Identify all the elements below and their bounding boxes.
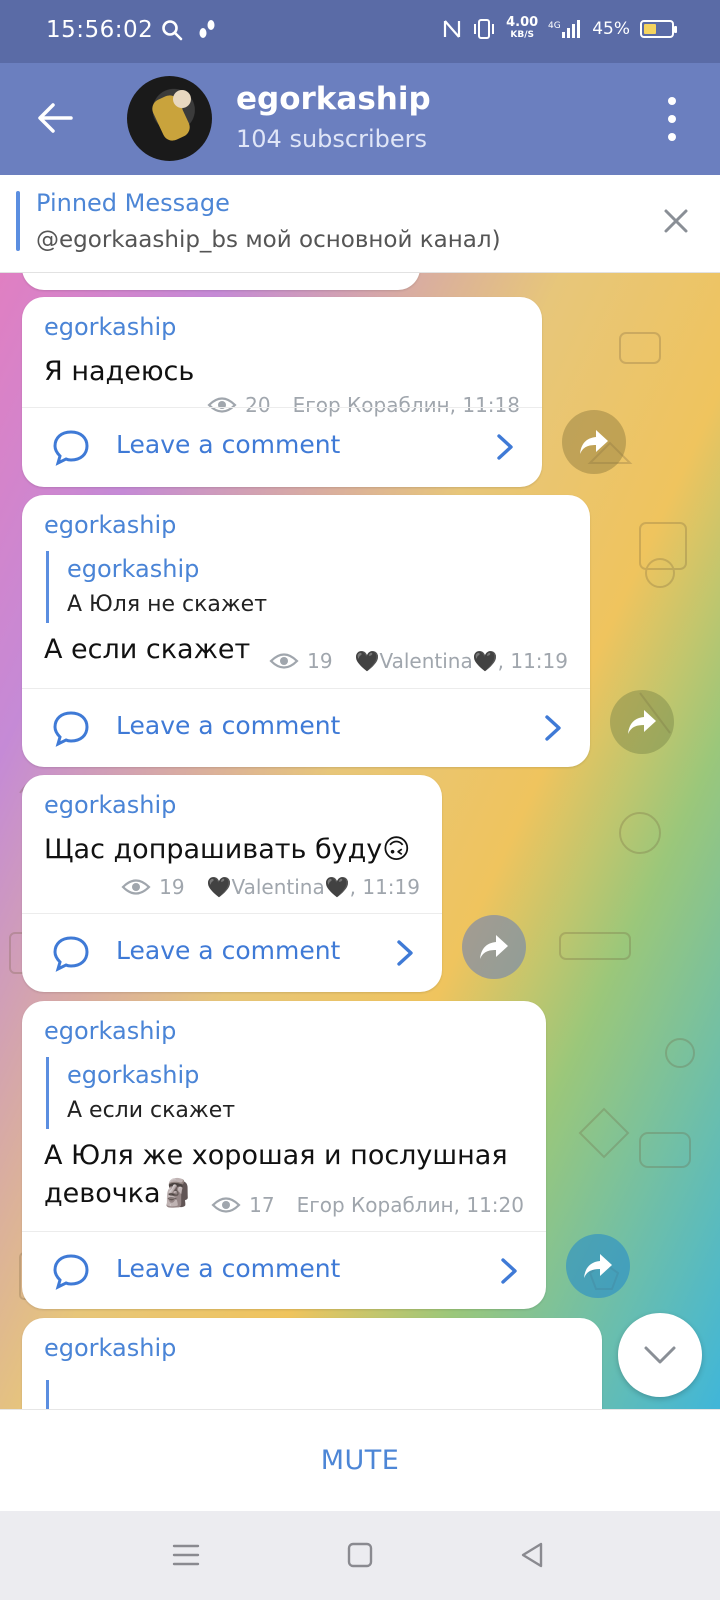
share-button[interactable] — [462, 915, 526, 979]
message-bubble[interactable]: egorkaship Щас допрашивать буду🙃 19 🖤Val… — [22, 775, 442, 992]
quote-text: А Юля не скажет — [67, 592, 268, 617]
views-icon — [121, 879, 151, 895]
network-speed: 4.00 KB/S — [506, 15, 539, 40]
message-author: egorkaship — [44, 313, 177, 341]
leave-comment-button[interactable]: Leave a comment — [22, 688, 590, 766]
footsteps-icon — [199, 20, 215, 38]
message-bubble[interactable]: egorkaship egorkaship А Юля не скажет А … — [22, 495, 590, 767]
share-arrow-icon — [584, 1254, 612, 1278]
message-signature: Егор Кораблин, 11:20 — [296, 1193, 524, 1217]
mute-button[interactable]: MUTE — [321, 1445, 400, 1476]
share-arrow-icon — [580, 430, 608, 454]
signal-icon: 4G — [548, 20, 581, 38]
message-signature: 🖤Valentina🖤, 11:19 — [206, 875, 420, 899]
leave-comment-label: Leave a comment — [116, 430, 341, 459]
nfc-icon — [444, 20, 461, 38]
message-bubble[interactable]: egorkaship — [22, 1318, 602, 1409]
arrow-left-icon — [38, 103, 73, 133]
scroll-down-button[interactable] — [618, 1313, 702, 1397]
message-author: egorkaship — [44, 1017, 177, 1045]
chevron-right-icon — [501, 1258, 517, 1284]
system-nav-bar — [0, 1511, 720, 1600]
message-text-line-2: девочка🗿 — [44, 1178, 195, 1209]
pinned-indicator — [16, 191, 20, 251]
vibrate-icon — [474, 19, 495, 39]
message-meta: 19 🖤Valentina🖤, 11:19 — [269, 649, 568, 673]
chevron-right-icon — [397, 940, 413, 966]
more-options-button[interactable] — [662, 97, 682, 141]
svg-text:4G: 4G — [548, 21, 561, 31]
chevron-right-icon — [497, 434, 513, 460]
view-count: 17 — [249, 1193, 275, 1217]
pinned-text: @egorkaaship_bs мой основной канал) — [36, 227, 501, 253]
view-count: 19 — [159, 875, 185, 899]
status-icons-left — [160, 18, 218, 42]
share-arrow-icon — [480, 935, 508, 959]
back-button[interactable] — [30, 93, 80, 143]
chevron-down-icon — [644, 1346, 676, 1364]
leave-comment-label: Leave a comment — [116, 711, 341, 740]
message-meta: 17 Егор Кораблин, 11:20 — [211, 1193, 524, 1217]
message-text: Я надеюсь — [44, 356, 195, 387]
share-arrow-icon — [628, 710, 656, 734]
channel-title[interactable]: egorkaship — [236, 81, 431, 117]
message-bubble[interactable]: egorkaship egorkaship А если скажет А Юл… — [22, 1001, 546, 1309]
message-meta: 19 🖤Valentina🖤, 11:19 — [121, 875, 420, 899]
comment-bubble-icon — [53, 936, 89, 972]
message-text: А если скажет — [44, 634, 251, 665]
message-bubble[interactable]: egorkaship Я надеюсь 20 Егор Кораблин, 1… — [22, 297, 542, 487]
views-icon — [211, 1197, 241, 1213]
reply-quote-bar — [46, 1380, 49, 1409]
message-text: Щас допрашивать буду🙃 — [44, 834, 411, 865]
pinned-message-bar[interactable]: Pinned Message @egorkaaship_bs мой основ… — [0, 175, 720, 273]
share-button[interactable] — [566, 1234, 630, 1298]
quote-author: egorkaship — [67, 1061, 200, 1089]
bottom-action-bar: MUTE — [0, 1409, 720, 1511]
pinned-label: Pinned Message — [36, 189, 230, 217]
leave-comment-label: Leave a comment — [116, 936, 341, 965]
battery-icon — [640, 20, 677, 38]
comment-bubble-icon — [53, 711, 89, 747]
message-author: egorkaship — [44, 791, 177, 819]
status-time: 15:56:02 — [46, 17, 154, 43]
views-icon — [269, 653, 299, 669]
close-icon[interactable] — [660, 205, 692, 237]
message-bubble-partial — [22, 273, 420, 290]
leave-comment-button[interactable]: Leave a comment — [22, 1231, 546, 1309]
message-author: egorkaship — [44, 511, 177, 539]
leave-comment-label: Leave a comment — [116, 1254, 341, 1283]
message-text-line-1: А Юля же хорошая и послушная — [44, 1140, 508, 1171]
chat-header: egorkaship 104 subscribers — [0, 63, 720, 175]
battery-percent: 45% — [592, 19, 630, 39]
chevron-right-icon — [545, 715, 561, 741]
message-signature: 🖤Valentina🖤, 11:19 — [354, 649, 568, 673]
share-button[interactable] — [610, 690, 674, 754]
share-button[interactable] — [562, 410, 626, 474]
home-icon[interactable] — [344, 1539, 376, 1571]
view-count: 19 — [307, 649, 333, 673]
leave-comment-button[interactable]: Leave a comment — [22, 913, 442, 991]
search-icon — [162, 20, 183, 41]
comment-bubble-icon — [53, 430, 89, 466]
quote-text: А если скажет — [67, 1098, 236, 1123]
message-list[interactable]: egorkaship Я надеюсь 20 Егор Кораблин, 1… — [0, 273, 720, 1409]
status-bar: 15:56:02 4.00 KB/S 4G 45% — [0, 0, 720, 63]
reply-quote[interactable]: egorkaship А если скажет — [46, 1057, 235, 1129]
subscriber-count: 104 subscribers — [236, 125, 427, 153]
status-icons-right: 4.00 KB/S 4G 45% — [442, 15, 677, 41]
menu-icon[interactable] — [170, 1539, 202, 1571]
back-triangle-icon[interactable] — [516, 1539, 548, 1571]
channel-avatar[interactable] — [127, 76, 212, 161]
reply-quote[interactable]: egorkaship А Юля не скажет — [46, 551, 267, 623]
comment-bubble-icon — [53, 1254, 89, 1290]
message-author: egorkaship — [44, 1334, 177, 1362]
leave-comment-button[interactable]: Leave a comment — [22, 407, 542, 485]
quote-author: egorkaship — [67, 555, 200, 583]
